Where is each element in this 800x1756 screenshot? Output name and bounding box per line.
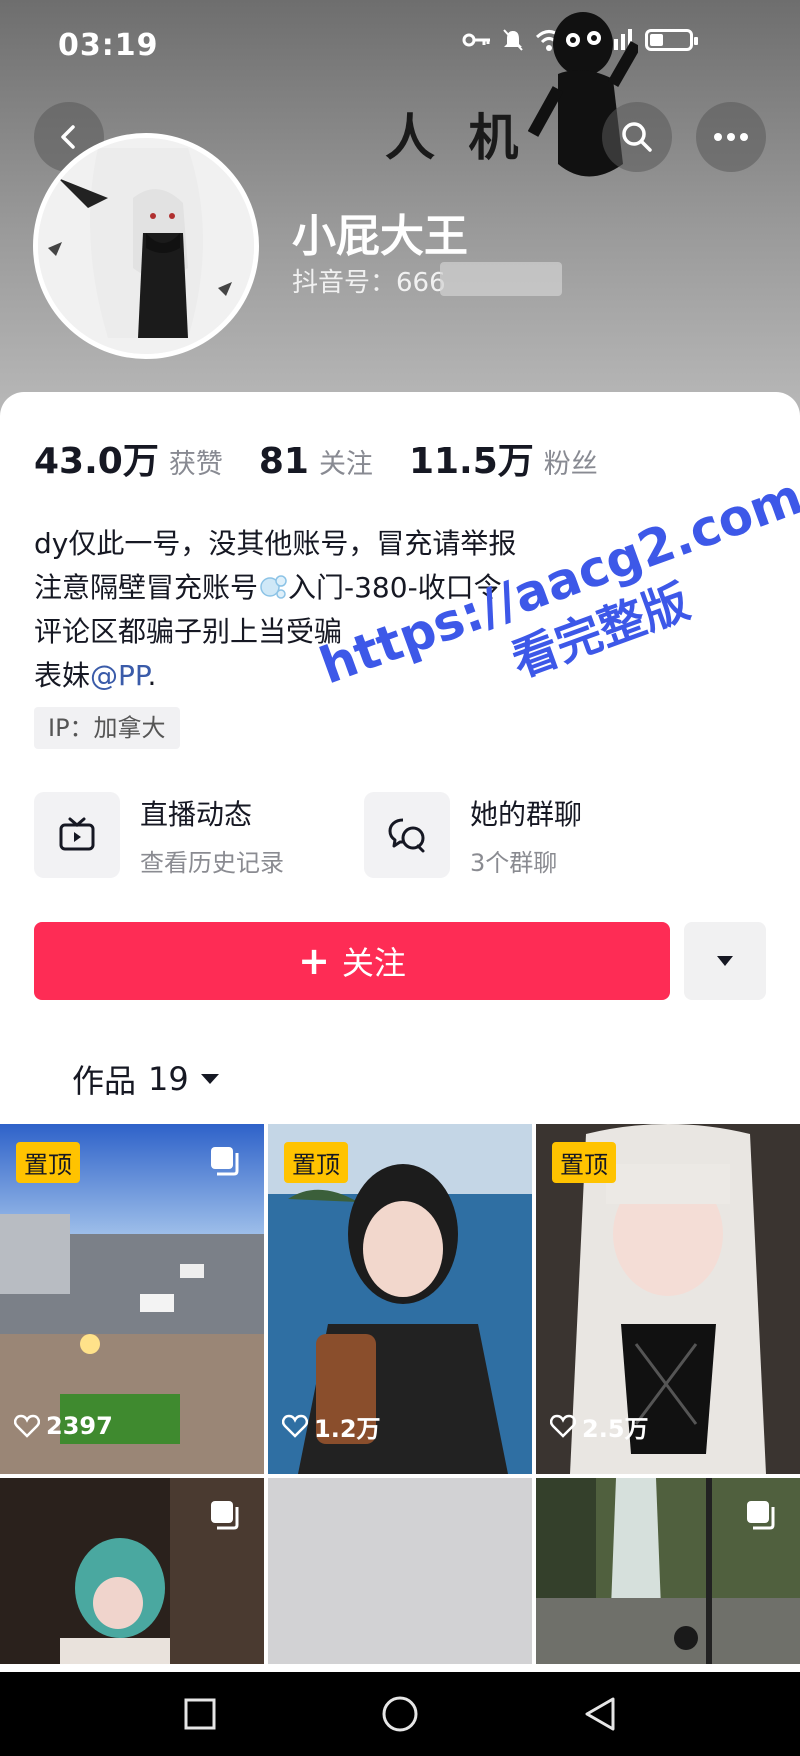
entry-title: 她的群聊 (470, 797, 583, 831)
stat-likes[interactable]: 43.0万 获赞 (34, 432, 223, 484)
stat-value: 11.5万 (408, 441, 534, 482)
heart-outline-icon (550, 1414, 576, 1438)
ip-location-tag: IP：加拿大 (34, 707, 180, 749)
stat-value: 81 (258, 441, 309, 482)
follow-label: 关注 (341, 944, 406, 982)
more-button[interactable] (696, 102, 766, 172)
like-count-value: 2397 (46, 1412, 113, 1440)
entry-title: 直播动态 (140, 797, 253, 831)
bubbles-emoji-icon (260, 575, 287, 599)
multi-image-icon (747, 1501, 775, 1530)
stat-followers[interactable]: 11.5万 粉丝 (409, 432, 598, 484)
recents-button[interactable] (100, 1697, 300, 1731)
tv-icon (59, 817, 95, 851)
chat-bubbles-icon (388, 818, 425, 853)
like-count-value: 1.2万 (314, 1414, 381, 1443)
more-dots-icon (714, 133, 748, 141)
tab-works[interactable]: 作品 19 (72, 1056, 221, 1102)
sticker-text: 人 机 (385, 109, 527, 167)
battery-icon (645, 29, 699, 51)
profile-header: 03:19 5G 人 机 (0, 0, 800, 420)
multi-image-icon (211, 1501, 239, 1530)
entry-icon-box (364, 792, 450, 878)
stat-value: 43.0万 (34, 441, 159, 482)
back-nav-button[interactable] (500, 1696, 700, 1732)
live-history-entry[interactable]: 直播动态 查看历史记录 (34, 792, 284, 878)
key-icon (462, 33, 490, 47)
bio-text: 注意隔壁冒充账号 (34, 571, 259, 604)
pinned-badge: 置顶 (552, 1142, 616, 1183)
search-button[interactable] (602, 102, 672, 172)
stat-following[interactable]: 81 关注 (259, 441, 373, 482)
pinned-badge: 置顶 (284, 1142, 348, 1183)
home-button[interactable] (300, 1695, 500, 1733)
entry-subtitle: 查看历史记录 (140, 848, 284, 877)
heart-outline-icon (282, 1414, 308, 1438)
caret-down-icon (717, 956, 733, 966)
entry-text: 直播动态 查看历史记录 (140, 793, 284, 878)
id-blur-mask (440, 262, 562, 296)
plus-icon: + (298, 939, 330, 983)
like-count-value: 2.5万 (582, 1414, 649, 1443)
tab-works-count: 19 (148, 1060, 189, 1098)
status-time: 03:19 (58, 28, 159, 63)
tab-works-label: 作品 (72, 1062, 137, 1100)
mention-link[interactable]: @PP (90, 659, 147, 692)
entry-subtitle: 3个群聊 (470, 848, 558, 877)
avatar[interactable] (33, 133, 259, 359)
avatar-image (38, 138, 254, 354)
stat-label: 粉丝 (543, 449, 598, 480)
square-icon (184, 1698, 216, 1730)
entry-icon-box (34, 792, 120, 878)
caret-down-icon (200, 1074, 219, 1084)
stat-label: 获赞 (168, 449, 223, 480)
video-tile[interactable] (268, 1478, 532, 1664)
profile-nickname: 小屁大王 (292, 211, 468, 262)
battery-level (650, 34, 664, 46)
recommend-dropdown-button[interactable] (684, 922, 766, 1000)
system-nav-bar (0, 1672, 800, 1756)
status-bar: 03:19 5G (0, 0, 800, 90)
douyin-id: 抖音号：666 (292, 268, 446, 298)
circle-icon (382, 1696, 418, 1732)
bio-text: . (147, 659, 157, 692)
stats-row: 43.0万 获赞 81 关注 11.5万 粉丝 (34, 432, 634, 484)
heart-outline-icon (14, 1414, 40, 1438)
triangle-back-icon (585, 1697, 615, 1731)
chevron-left-icon (61, 125, 75, 149)
entry-text: 她的群聊 3个群聊 (470, 793, 582, 878)
search-icon (622, 122, 652, 152)
bio-text: 表妹 (34, 659, 91, 692)
bio-line: dy仅此一号，没其他账号，冒充请举报 (34, 527, 517, 560)
mute-bell-icon (503, 29, 523, 51)
group-chat-entry[interactable]: 她的群聊 3个群聊 (364, 792, 582, 878)
stat-label: 关注 (318, 449, 373, 480)
multi-image-icon (211, 1147, 239, 1176)
pinned-badge: 置顶 (16, 1142, 80, 1183)
follow-button[interactable]: + 关注 (34, 922, 670, 1000)
